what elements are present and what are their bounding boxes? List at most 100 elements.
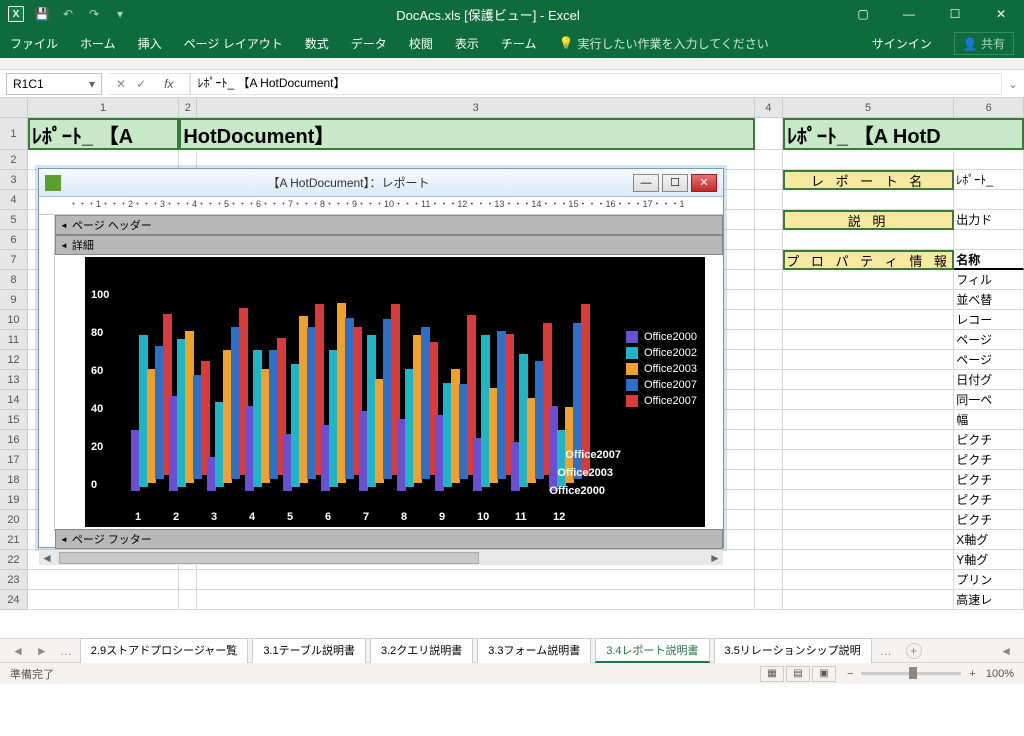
fx-icon[interactable]: fx [156, 77, 181, 91]
ribbon-options-icon[interactable]: ▢ [840, 0, 886, 28]
zoom-out-button[interactable]: − [847, 668, 853, 680]
expand-formula-icon[interactable]: ⌄ [1002, 77, 1018, 91]
spreadsheet-grid[interactable]: 1 2 3 4 5 6 1ﾚﾎﾟｰﾄ_ 【AHotDocument】ﾚﾎﾟｰﾄ_… [0, 98, 1024, 638]
row-header[interactable]: 23 [0, 570, 28, 590]
row-header[interactable]: 10 [0, 310, 28, 330]
enter-formula-icon[interactable]: ✓ [136, 77, 146, 91]
row-header[interactable]: 21 [0, 530, 28, 550]
row-header[interactable]: 11 [0, 330, 28, 350]
property-cell[interactable]: ピクチ [954, 510, 1024, 530]
row-header[interactable]: 14 [0, 390, 28, 410]
zoom-in-button[interactable]: + [969, 668, 975, 680]
col-header[interactable]: 4 [755, 98, 783, 117]
sheet-tab[interactable]: 3.1テーブル説明書 [252, 638, 366, 663]
embedded-report-window[interactable]: 【A HotDocument】：レポート — ☐ ✕ ・・・1・・・2・・・3・… [38, 168, 724, 548]
chevron-down-icon[interactable]: ▾ [89, 77, 95, 91]
tab-formulas[interactable]: 数式 [305, 35, 329, 52]
select-all-corner[interactable] [0, 98, 28, 117]
row-header[interactable]: 18 [0, 470, 28, 490]
minimize-button[interactable]: — [886, 0, 932, 28]
formula-input[interactable]: ﾚﾎﾟｰﾄ_ 【A HotDocument】 [190, 73, 1001, 95]
page-layout-view-button[interactable]: ▤ [786, 666, 810, 682]
sheet-tab[interactable]: 3.4レポート説明書 [595, 638, 709, 663]
property-cell[interactable]: 並べ替 [954, 290, 1024, 310]
value-cell[interactable]: 名称 [954, 250, 1024, 270]
row-header[interactable]: 15 [0, 410, 28, 430]
col-header[interactable]: 6 [954, 98, 1024, 117]
row-header[interactable]: 2 [0, 150, 28, 170]
scroll-left-icon[interactable]: ◄ [39, 551, 55, 565]
redo-icon[interactable]: ↷ [86, 6, 102, 22]
page-header-section[interactable]: ページ ヘッダー [55, 215, 723, 235]
maximize-button[interactable]: ☐ [932, 0, 978, 28]
property-cell[interactable]: レコー [954, 310, 1024, 330]
undo-icon[interactable]: ↶ [60, 6, 76, 22]
row-header[interactable]: 19 [0, 490, 28, 510]
value-cell[interactable]: ﾚﾎﾟｰﾄ_ [954, 170, 1024, 190]
cancel-formula-icon[interactable]: ✕ [116, 77, 126, 91]
sheet-nav-prev-icon[interactable]: ◄ [8, 644, 28, 658]
label-cell[interactable]: プ ロ パ テ ィ 情 報 [783, 250, 954, 270]
row-header[interactable]: 9 [0, 290, 28, 310]
row-header[interactable]: 16 [0, 430, 28, 450]
share-button[interactable]: 👤 共有 [954, 32, 1014, 55]
title-cell-right[interactable]: ﾚﾎﾟｰﾄ_ 【A HotD [783, 118, 1024, 150]
sheet-tab[interactable]: 3.5リレーションシップ説明 [714, 638, 872, 663]
embed-maximize-button[interactable]: ☐ [662, 174, 688, 192]
close-button[interactable]: ✕ [978, 0, 1024, 28]
row-header[interactable]: 13 [0, 370, 28, 390]
row-header[interactable]: 8 [0, 270, 28, 290]
sheet-tab[interactable]: 2.9ストアドプロシージャー覧 [80, 638, 249, 663]
tab-insert[interactable]: 挿入 [138, 35, 162, 52]
col-header[interactable]: 1 [28, 98, 179, 117]
zoom-slider[interactable] [861, 672, 961, 675]
col-header[interactable]: 2 [179, 98, 197, 117]
page-break-view-button[interactable]: ▣ [812, 666, 836, 682]
row-header[interactable]: 5 [0, 210, 28, 230]
tab-file[interactable]: ファイル [10, 35, 58, 52]
row-header[interactable]: 6 [0, 230, 28, 250]
property-cell[interactable]: ページ [954, 350, 1024, 370]
scroll-thumb[interactable] [59, 552, 479, 564]
row-header[interactable]: 4 [0, 190, 28, 210]
page-footer-section[interactable]: ページ フッター [55, 529, 723, 549]
label-cell[interactable]: レ ポ ー ト 名 [783, 170, 954, 190]
qat-dropdown-icon[interactable]: ▾ [112, 6, 128, 22]
col-header[interactable]: 3 [197, 98, 755, 117]
tab-data[interactable]: データ [351, 35, 387, 52]
sheet-ellipsis[interactable]: … [56, 644, 76, 658]
label-cell[interactable]: 説 明 [783, 210, 954, 230]
title-cell-mid[interactable]: HotDocument】 [179, 118, 755, 150]
row-header[interactable]: 3 [0, 170, 28, 190]
sheet-scroll-icon[interactable]: ◄ [996, 644, 1016, 658]
save-icon[interactable]: 💾 [34, 6, 50, 22]
row-header[interactable]: 22 [0, 550, 28, 570]
property-cell[interactable]: X軸グ [954, 530, 1024, 550]
name-box[interactable]: R1C1 ▾ [6, 73, 102, 95]
property-cell[interactable]: ピクチ [954, 450, 1024, 470]
sheet-ellipsis-right[interactable]: … [876, 644, 896, 658]
property-cell[interactable]: プリン [954, 570, 1024, 590]
property-cell[interactable]: フィル [954, 270, 1024, 290]
tab-view[interactable]: 表示 [455, 35, 479, 52]
row-header[interactable]: 12 [0, 350, 28, 370]
tab-pagelayout[interactable]: ページ レイアウト [184, 35, 283, 52]
normal-view-button[interactable]: ▦ [760, 666, 784, 682]
value-cell[interactable]: 出力ド [954, 210, 1024, 230]
row-header[interactable]: 7 [0, 250, 28, 270]
embed-close-button[interactable]: ✕ [691, 174, 717, 192]
sheet-tab[interactable]: 3.2クエリ説明書 [370, 638, 473, 663]
tab-home[interactable]: ホーム [80, 35, 116, 52]
property-cell[interactable]: 幅 [954, 410, 1024, 430]
signin-link[interactable]: サインイン [872, 35, 932, 52]
property-cell[interactable]: 同一ペ [954, 390, 1024, 410]
property-cell[interactable]: 高速レ [954, 590, 1024, 610]
sheet-nav-next-icon[interactable]: ► [32, 644, 52, 658]
row-header[interactable]: 1 [0, 118, 28, 150]
detail-section[interactable]: 詳細 [55, 235, 723, 255]
scroll-right-icon[interactable]: ► [707, 551, 723, 565]
tab-review[interactable]: 校閲 [409, 35, 433, 52]
property-cell[interactable]: ページ [954, 330, 1024, 350]
property-cell[interactable]: ピクチ [954, 470, 1024, 490]
row-header[interactable]: 20 [0, 510, 28, 530]
